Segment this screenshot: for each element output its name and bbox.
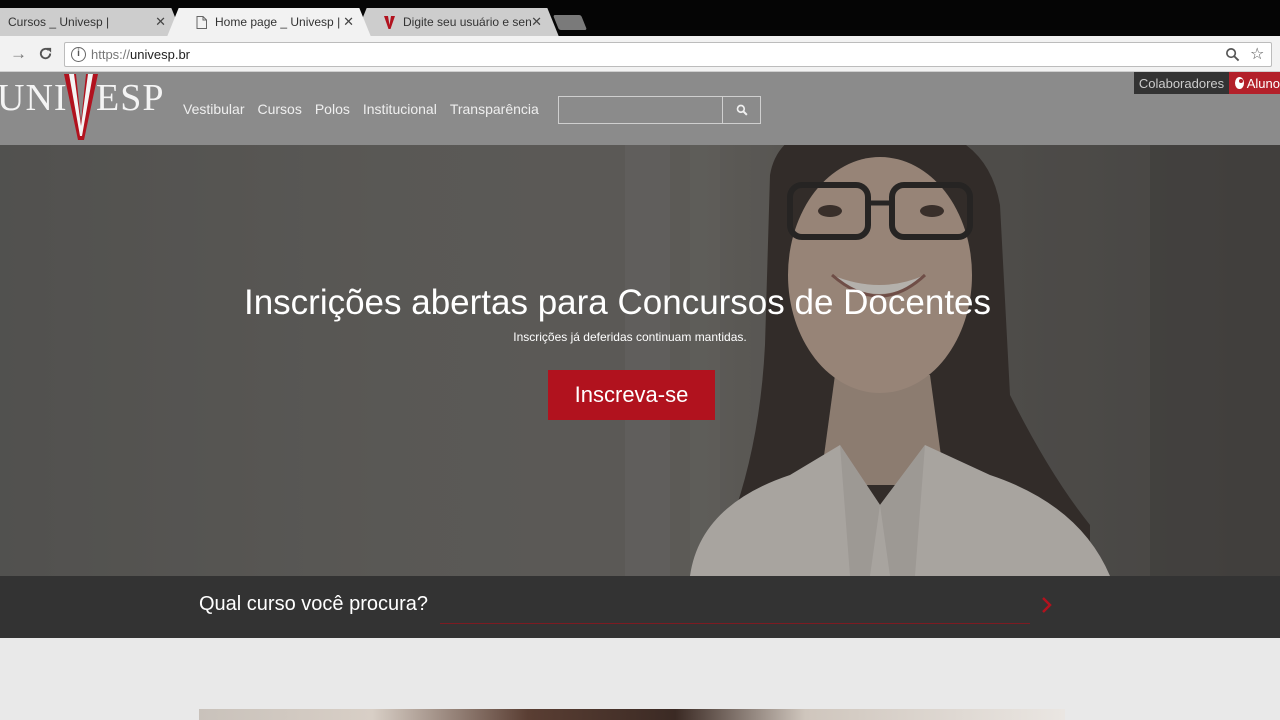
hero-title: Inscrições abertas para Concursos de Doc… bbox=[243, 283, 992, 322]
colaboradores-button[interactable]: Colaboradores bbox=[1134, 72, 1229, 94]
course-search-bar[interactable]: Qual curso você procura? bbox=[0, 576, 1280, 638]
browser-tab-login[interactable]: Digite seu usuário e senh ✕ bbox=[368, 8, 546, 36]
browser-tab-home[interactable]: Home page _ Univesp | ✕ bbox=[180, 8, 358, 36]
aluno-button[interactable]: Aluno bbox=[1229, 72, 1280, 94]
url-text: https://univesp.br bbox=[91, 47, 191, 62]
search-icon bbox=[736, 104, 748, 116]
browser-tab-cursos[interactable]: Cursos _ Univesp | ✕ bbox=[0, 8, 170, 36]
course-search-underline bbox=[440, 623, 1030, 624]
hero-subtitle: Inscrições já deferidas continuam mantid… bbox=[513, 330, 747, 344]
user-icon bbox=[1235, 77, 1244, 89]
nav-vestibular[interactable]: Vestibular bbox=[183, 101, 244, 117]
info-icon[interactable]: i bbox=[71, 47, 86, 62]
nav-transparencia[interactable]: Transparência bbox=[450, 101, 539, 117]
browser-tabstrip: Cursos _ Univesp | ✕ Home page _ Univesp… bbox=[0, 0, 1280, 36]
address-bar[interactable]: i https://univesp.br ☆ bbox=[64, 42, 1272, 67]
zoom-icon[interactable] bbox=[1225, 47, 1240, 62]
tab-title: Digite seu usuário e senh bbox=[403, 15, 531, 29]
content-area bbox=[0, 638, 1280, 720]
course-search-label: Qual curso você procura? bbox=[199, 593, 429, 615]
inscreva-se-button[interactable]: Inscreva-se bbox=[548, 370, 715, 420]
bookmark-star-icon[interactable]: ☆ bbox=[1250, 44, 1264, 64]
nav-polos[interactable]: Polos bbox=[315, 101, 350, 117]
main-nav: Vestibular Cursos Polos Institucional Tr… bbox=[183, 101, 539, 117]
forward-icon[interactable]: → bbox=[10, 44, 27, 64]
tab-title: Cursos _ Univesp | bbox=[8, 15, 110, 29]
hero-photo bbox=[0, 145, 1280, 576]
logo-text-left: UNI bbox=[0, 77, 68, 119]
hero-banner: Inscrições abertas para Concursos de Doc… bbox=[0, 145, 1280, 576]
site-header: UNI ESP Vestibular Cursos Polos Instituc… bbox=[0, 72, 1280, 145]
close-icon[interactable]: ✕ bbox=[155, 14, 166, 30]
site-search-button[interactable] bbox=[722, 96, 761, 124]
tab-title: Home page _ Univesp | bbox=[215, 15, 341, 29]
logo-text-right: ESP bbox=[96, 77, 165, 119]
univesp-favicon-icon bbox=[384, 15, 395, 29]
close-icon[interactable]: ✕ bbox=[343, 14, 354, 30]
page-icon bbox=[196, 15, 207, 29]
nav-cursos[interactable]: Cursos bbox=[257, 101, 301, 117]
aluno-label: Aluno bbox=[1246, 75, 1280, 91]
chevron-right-icon[interactable] bbox=[1040, 594, 1054, 616]
univesp-logo[interactable]: UNI ESP bbox=[0, 72, 170, 145]
close-icon[interactable]: ✕ bbox=[531, 14, 542, 30]
reload-icon[interactable] bbox=[38, 46, 53, 61]
logo-v-mark bbox=[64, 74, 98, 140]
new-tab-button[interactable] bbox=[552, 15, 588, 30]
featured-image-strip[interactable] bbox=[199, 709, 1065, 720]
site-search-input[interactable] bbox=[558, 96, 723, 124]
nav-institucional[interactable]: Institucional bbox=[363, 101, 437, 117]
